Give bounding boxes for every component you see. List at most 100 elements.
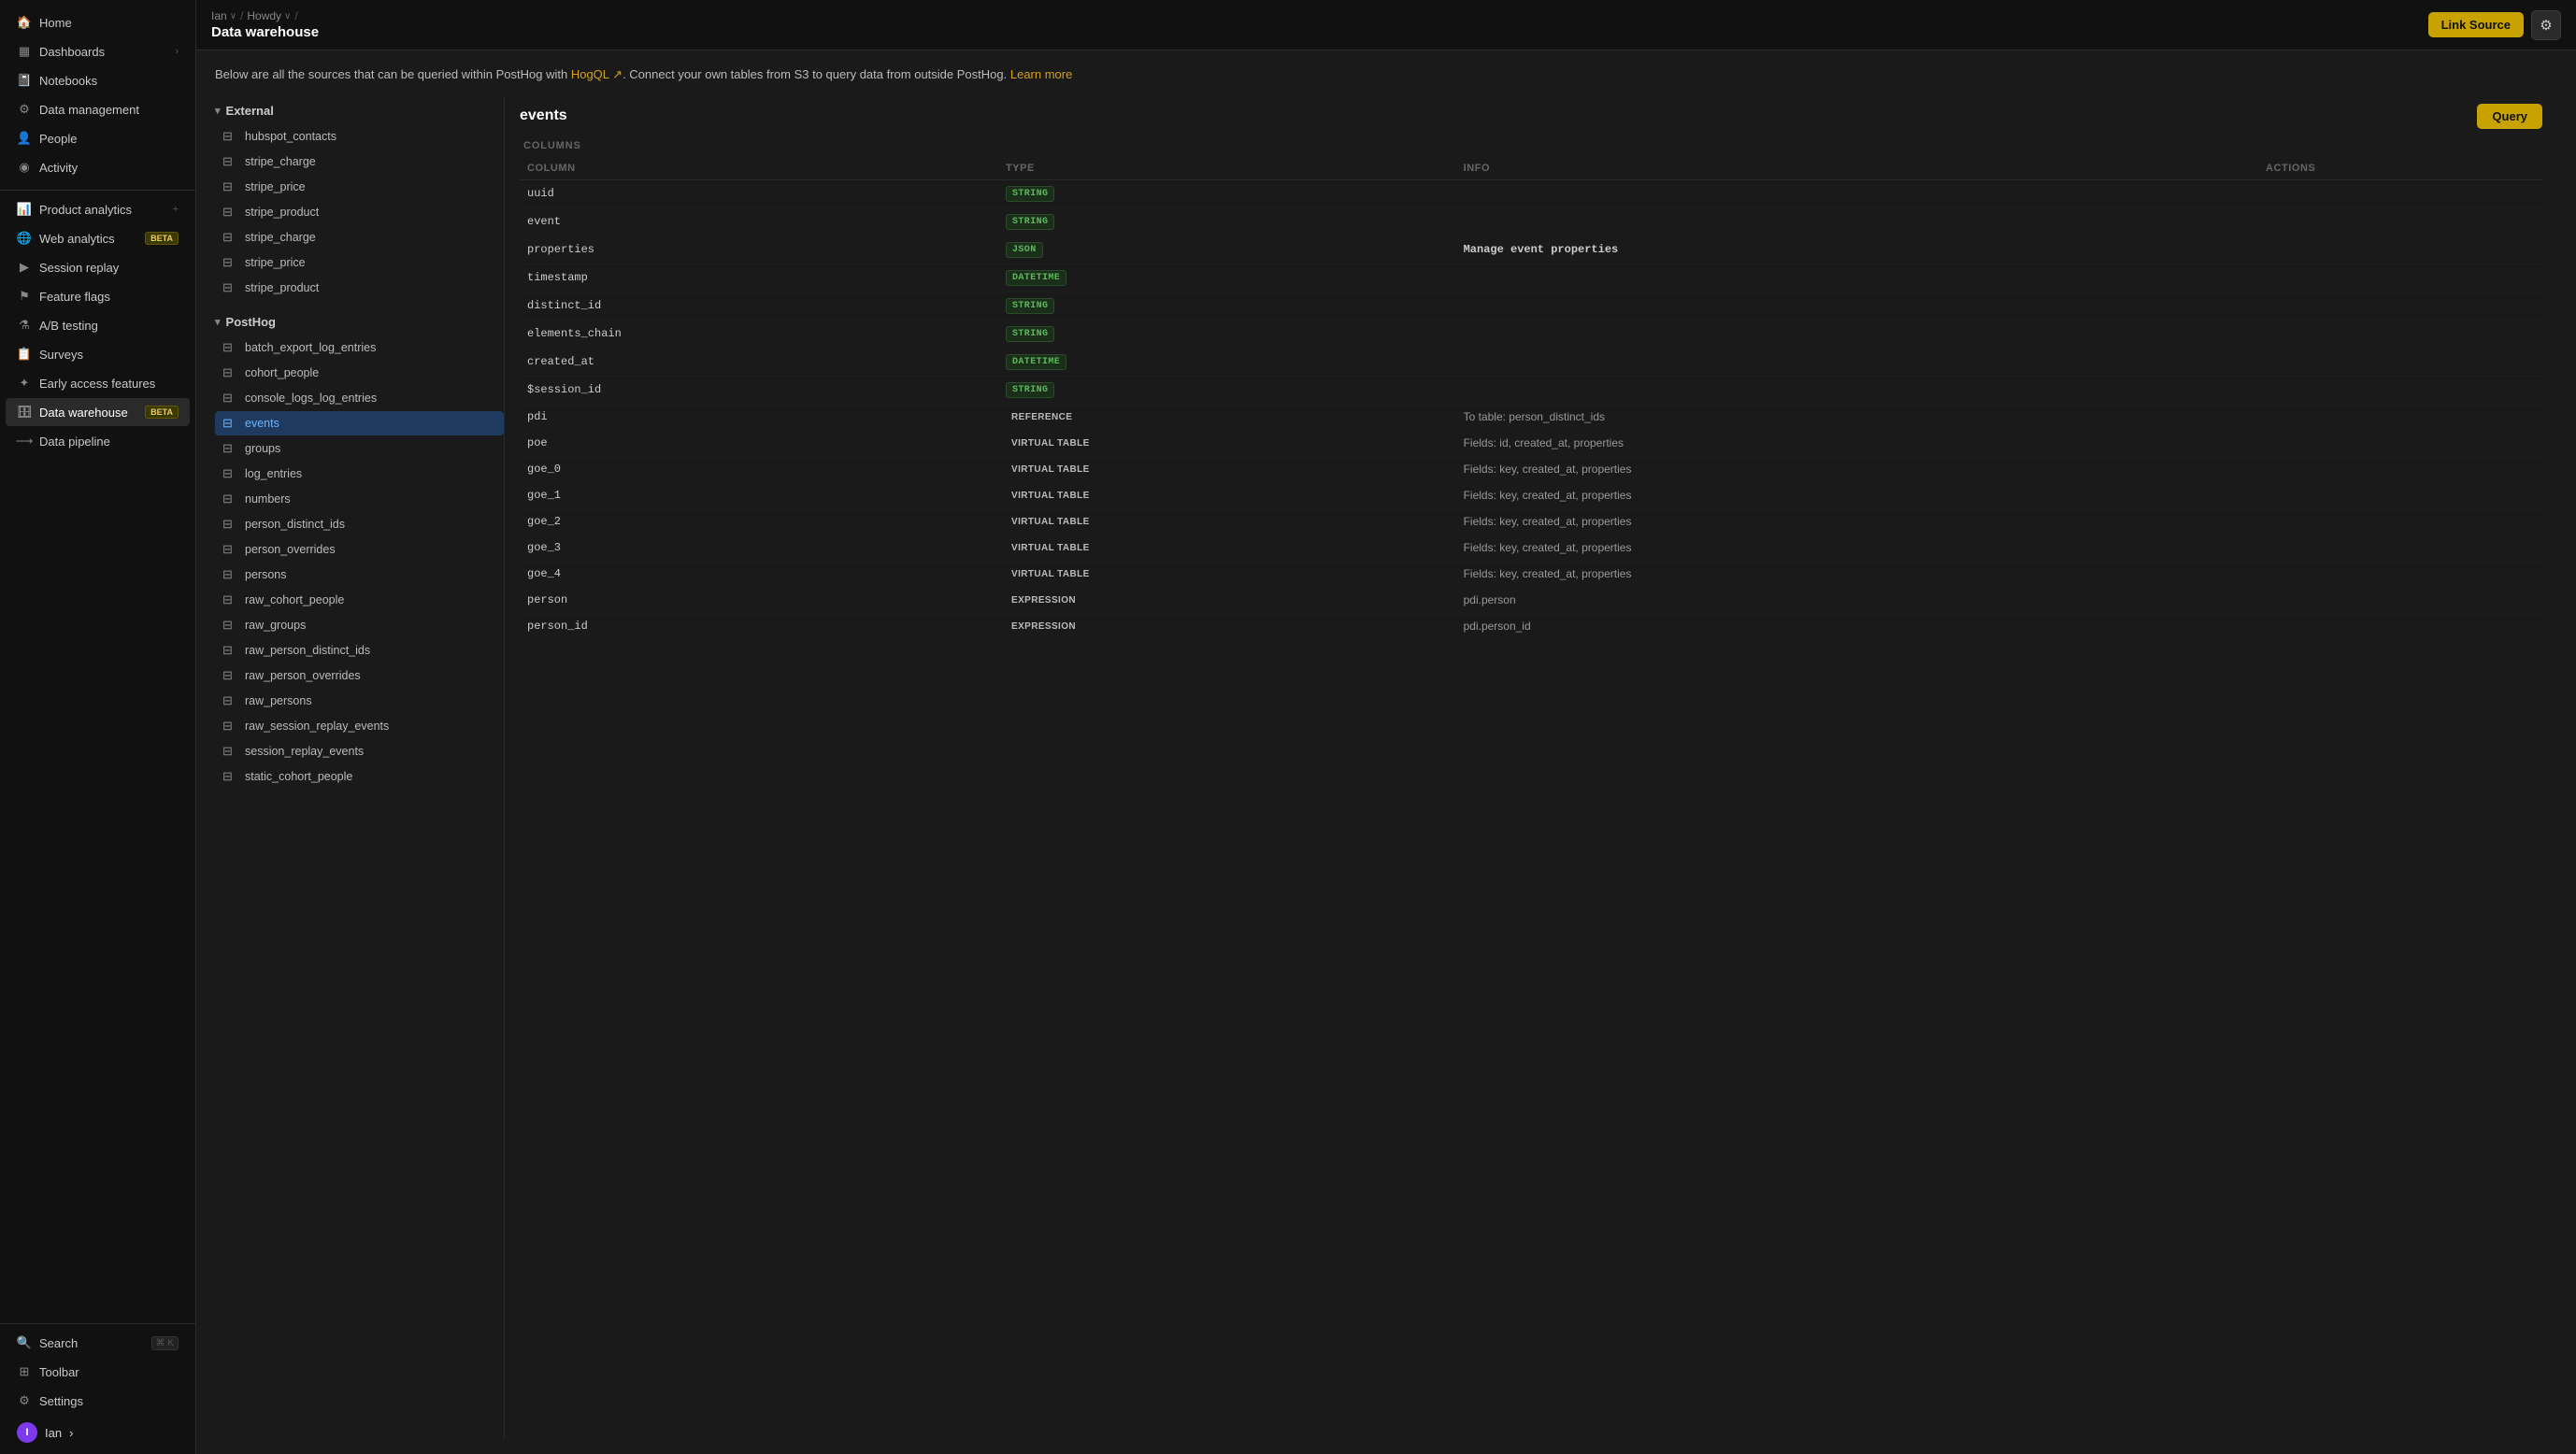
posthog-section-header[interactable]: ▾ PostHog (215, 307, 504, 335)
table-item[interactable]: ⊟ stripe_price (215, 250, 504, 275)
breadcrumb-sep-2: / (294, 9, 297, 22)
table-item[interactable]: ⊟ stripe_product (215, 276, 504, 300)
table-item[interactable]: ⊟ batch_export_log_entries (215, 335, 504, 360)
type-badge: STRING (1006, 382, 1054, 398)
table-item[interactable]: ⊟ person_overrides (215, 537, 504, 562)
col-name: $session_id (520, 376, 998, 404)
sidebar-item-data-management[interactable]: ⚙ Data management (6, 95, 190, 123)
table-item[interactable]: ⊟ raw_groups (215, 613, 504, 637)
sidebar-label-ab-testing: A/B testing (39, 319, 179, 333)
table-name: events (245, 417, 279, 430)
sidebar-user[interactable]: I Ian › (6, 1416, 190, 1449)
table-item[interactable]: ⊟ static_cohort_people (215, 764, 504, 789)
sidebar-item-data-warehouse[interactable]: 🗄 Data warehouse BETA (6, 398, 190, 426)
table-name: person_overrides (245, 543, 336, 556)
learn-more-link[interactable]: Learn more (1010, 67, 1072, 81)
detail-title: events (520, 107, 567, 124)
col-header-type: TYPE (998, 157, 1456, 180)
table-item[interactable]: ⊟ numbers (215, 487, 504, 511)
col-name: created_at (520, 348, 998, 376)
early-access-icon: ✦ (17, 376, 32, 391)
gear-button[interactable]: ⚙ (2531, 10, 2561, 40)
table-row: created_at DATETIME (520, 348, 2542, 376)
table-item[interactable]: ⊟ stripe_charge (215, 225, 504, 249)
table-icon: ⊟ (222, 340, 237, 355)
sidebar-item-dashboards[interactable]: ▦ Dashboards › (6, 37, 190, 65)
sidebar-item-search[interactable]: 🔍 Search ⌘ K (6, 1329, 190, 1357)
sidebar-item-notebooks[interactable]: 📓 Notebooks (6, 66, 190, 94)
web-analytics-badge: BETA (145, 232, 179, 245)
table-item[interactable]: ⊟ raw_persons (215, 689, 504, 713)
table-item[interactable]: ⊟ stripe_charge (215, 150, 504, 174)
col-type: VIRTUAL TABLE (998, 508, 1456, 535)
sidebar-label-data-management: Data management (39, 103, 179, 117)
data-warehouse-body: ▾ External ⊟ hubspot_contacts⊟ stripe_ch… (215, 96, 2557, 1439)
sidebar-label-notebooks: Notebooks (39, 74, 179, 88)
table-item[interactable]: ⊟ hubspot_contacts (215, 124, 504, 149)
table-item[interactable]: ⊟ person_distinct_ids (215, 512, 504, 536)
sidebar-item-ab-testing[interactable]: ⚗ A/B testing (6, 311, 190, 339)
table-item[interactable]: ⊟ groups (215, 436, 504, 461)
table-item[interactable]: ⊟ raw_session_replay_events (215, 714, 504, 738)
col-name: goe_4 (520, 561, 998, 587)
product-analytics-icon: 📊 (17, 202, 32, 217)
type-badge: DATETIME (1006, 270, 1066, 286)
table-item[interactable]: ⊟ raw_person_overrides (215, 663, 504, 688)
sidebar-item-people[interactable]: 👤 People (6, 124, 190, 152)
col-info: Fields: key, created_at, properties (1456, 561, 2258, 587)
table-item[interactable]: ⊟ cohort_people (215, 361, 504, 385)
table-name: raw_session_replay_events (245, 720, 389, 733)
col-info: pdi.person_id (1456, 613, 2258, 639)
col-type: STRING (998, 207, 1456, 235)
table-row: goe_3 VIRTUAL TABLE Fields: key, created… (520, 535, 2542, 561)
surveys-icon: 📋 (17, 347, 32, 362)
table-item[interactable]: ⊟ session_replay_events (215, 739, 504, 763)
col-info (1456, 207, 2258, 235)
content-area: Below are all the sources that can be qu… (196, 50, 2576, 1454)
sidebar-item-settings[interactable]: ⚙ Settings (6, 1387, 190, 1415)
table-item[interactable]: ⊟ events (215, 411, 504, 435)
table-item[interactable]: ⊟ stripe_product (215, 200, 504, 224)
col-type: VIRTUAL TABLE (998, 535, 1456, 561)
table-item[interactable]: ⊟ console_logs_log_entries (215, 386, 504, 410)
breadcrumb-ian-chevron: ∨ (230, 11, 236, 21)
posthog-toggle-icon: ▾ (215, 316, 221, 328)
sidebar-item-early-access[interactable]: ✦ Early access features (6, 369, 190, 397)
type-badge: STRING (1006, 186, 1054, 202)
table-item[interactable]: ⊟ raw_cohort_people (215, 588, 504, 612)
sidebar-item-data-pipeline[interactable]: ⟶ Data pipeline (6, 427, 190, 455)
sidebar-item-surveys[interactable]: 📋 Surveys (6, 340, 190, 368)
table-item[interactable]: ⊟ persons (215, 563, 504, 587)
sidebar-item-session-replay[interactable]: ▶ Session replay (6, 253, 190, 281)
table-name: numbers (245, 492, 291, 506)
col-info: Fields: key, created_at, properties (1456, 535, 2258, 561)
sidebar-item-feature-flags[interactable]: ⚑ Feature flags (6, 282, 190, 310)
sidebar-item-web-analytics[interactable]: 🌐 Web analytics BETA (6, 224, 190, 252)
query-button[interactable]: Query (2477, 104, 2542, 129)
col-actions (2258, 235, 2542, 264)
posthog-section-label: PostHog (226, 315, 276, 329)
feature-flags-icon: ⚑ (17, 289, 32, 304)
hogql-link[interactable]: HogQL ↗ (571, 67, 623, 81)
sidebar-item-home[interactable]: 🏠 Home (6, 8, 190, 36)
table-item[interactable]: ⊟ stripe_price (215, 175, 504, 199)
product-analytics-plus-icon[interactable]: + (173, 204, 179, 215)
breadcrumb-howdy[interactable]: Howdy ∨ (247, 9, 291, 22)
sidebar-item-product-analytics[interactable]: 📊 Product analytics + (6, 195, 190, 223)
col-name: goe_0 (520, 456, 998, 482)
external-section-header[interactable]: ▾ External (215, 96, 504, 123)
table-item[interactable]: ⊟ log_entries (215, 462, 504, 486)
dashboards-chevron-icon: › (175, 46, 179, 57)
external-toggle-icon: ▾ (215, 105, 221, 117)
col-actions (2258, 482, 2542, 508)
table-name: stripe_product (245, 281, 319, 294)
sidebar-item-toolbar[interactable]: ⊞ Toolbar (6, 1358, 190, 1386)
link-source-button[interactable]: Link Source (2428, 12, 2524, 37)
table-name: raw_person_distinct_ids (245, 644, 370, 657)
breadcrumb-ian[interactable]: Ian ∨ (211, 9, 236, 22)
type-badge: STRING (1006, 214, 1054, 230)
table-row: goe_1 VIRTUAL TABLE Fields: key, created… (520, 482, 2542, 508)
table-name: cohort_people (245, 366, 319, 379)
sidebar-item-activity[interactable]: ◉ Activity (6, 153, 190, 181)
table-item[interactable]: ⊟ raw_person_distinct_ids (215, 638, 504, 663)
